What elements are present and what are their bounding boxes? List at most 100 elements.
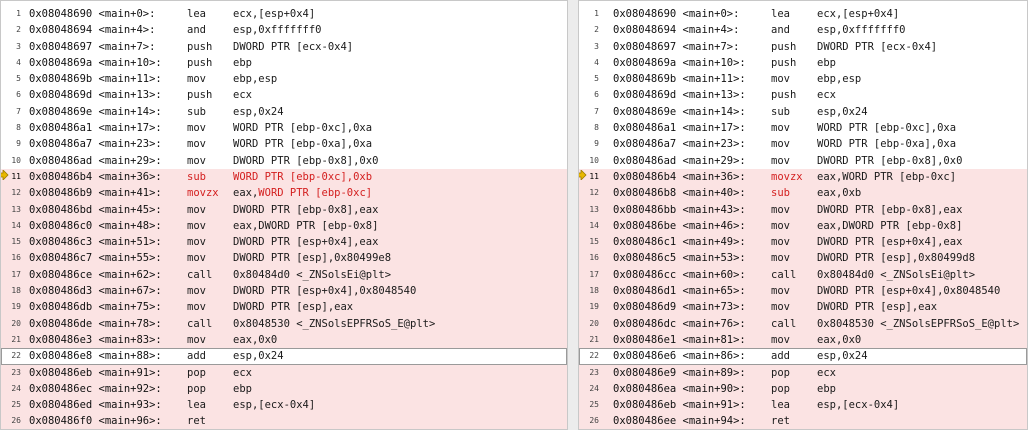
instruction-mnemonic: mov [771,122,790,135]
left-disassembly-pane[interactable]: 1 0x08048690 <main+0>: lea ecx,[esp+0x4] 2 0x… [0,0,568,430]
instruction-address: 0x080486ce <main+62>: [29,268,162,281]
instruction-mnemonic: call [187,268,213,281]
instruction-operands: DWORD PTR [ecx-0x4] [233,40,354,53]
line-number: 11 [589,171,599,181]
instruction-mnemonic: push [771,56,797,69]
instruction-address: 0x080486e9 <main+89>: [613,366,746,379]
disasm-row[interactable]: 26 0x080486f0 <main+96>: ret [1,413,567,429]
disasm-row[interactable]: 8 0x080486a1 <main+17>: mov WORD PTR [ebp-0… [579,120,1027,136]
disasm-row[interactable]: 18 0x080486d3 <main+67>: mov DWORD PTR [esp… [1,283,567,300]
instruction-address: 0x080486ec <main+92>: [29,382,162,395]
instruction-address: 0x080486a7 <main+23>: [613,138,746,151]
instruction-operands: ecx [817,89,836,102]
disasm-row[interactable]: 7 0x0804869e <main+14>: sub esp,0x24 [1,104,567,120]
line-number: 24 [589,383,599,393]
disasm-row[interactable]: 13 0x080486bd <main+45>: mov DWORD PTR [ebp… [1,201,567,218]
instruction-operands: esp,0x24 [817,350,868,363]
disasm-row[interactable]: 16 0x080486c7 <main+55>: mov DWORD PTR [esp… [1,250,567,267]
disasm-row[interactable]: 18 0x080486d1 <main+65>: mov DWORD PTR [esp… [579,283,1027,300]
disasm-row[interactable]: 14 0x080486c0 <main+48>: mov eax,DWORD PTR … [1,217,567,235]
disasm-row[interactable]: 11 0x080486b4 <main+36>: movzx eax,WORD PTR… [579,168,1027,186]
instruction-address: 0x080486c7 <main+55>: [29,252,162,265]
disasm-row[interactable]: 23 0x080486e9 <main+89>: pop ecx [579,364,1027,381]
instruction-operands: WORD PTR [ebp-0xc],0xb [233,170,373,183]
instruction-mnemonic: movzx [771,170,803,183]
disasm-row[interactable]: 13 0x080486bb <main+43>: mov DWORD PTR [ebp… [579,201,1027,218]
disasm-row[interactable]: 21 0x080486e1 <main+81>: mov eax,0x0 [579,331,1027,349]
disasm-row[interactable]: 2 0x08048694 <main+4>: and esp,0xfffffff0 [1,22,567,38]
disasm-row[interactable]: 15 0x080486c1 <main+49>: mov DWORD PTR [esp… [579,234,1027,251]
disasm-row[interactable]: 14 0x080486be <main+46>: mov eax,DWORD PTR … [579,217,1027,235]
disasm-row[interactable]: 11 0x080486b4 <main+36>: sub WORD PTR [ebp-… [1,168,567,186]
disasm-row[interactable]: 6 0x0804869d <main+13>: push ecx [579,87,1027,103]
disasm-row[interactable]: 6 0x0804869d <main+13>: push ecx [1,87,567,103]
operand-highlight: WORD PTR [ebp-0xc] [258,187,373,200]
disasm-row[interactable]: 10 0x080486ad <main+29>: mov DWORD PTR [ebp… [579,153,1027,169]
instruction-operands: esp,0x24 [817,105,868,118]
instruction-operands: eax,WORD PTR [ebp-0xc] [233,185,372,201]
line-number: 19 [589,302,599,312]
line-number: 22 [11,351,21,361]
disasm-row[interactable]: 4 0x0804869a <main+10>: push ebp [579,55,1027,71]
instruction-mnemonic: mov [187,154,206,167]
disasm-row[interactable]: 1 0x08048690 <main+0>: lea ecx,[esp+0x4] [579,6,1027,22]
disasm-row[interactable]: 12 0x080486b9 <main+41>: movzx eax,WORD PTR… [1,185,567,202]
disasm-row[interactable]: 22 0x080486e6 <main+86>: add esp,0x24 [579,348,1027,365]
line-number: 20 [589,318,599,328]
disasm-row[interactable]: 23 0x080486eb <main+91>: pop ecx [1,364,567,381]
instruction-operands: DWORD PTR [ebp-0x8],eax [817,203,963,216]
instruction-address: 0x080486f0 <main+96>: [29,415,162,428]
disasm-row[interactable]: 5 0x0804869b <main+11>: mov ebp,esp [579,71,1027,87]
disasm-row[interactable]: 25 0x080486ed <main+93>: lea esp,[ecx-0x4] [1,397,567,414]
disasm-row[interactable]: 3 0x08048697 <main+7>: push DWORD PTR [ecx-… [579,39,1027,55]
disasm-row[interactable]: 17 0x080486ce <main+62>: call 0x80484d0 <_Z… [1,266,567,284]
disasm-row[interactable]: 16 0x080486c5 <main+53>: mov DWORD PTR [esp… [579,250,1027,267]
line-number: 12 [11,188,21,198]
disasm-row[interactable]: 24 0x080486ec <main+92>: pop ebp [1,380,567,398]
line-number: 3 [16,41,21,51]
disasm-row[interactable]: 10 0x080486ad <main+29>: mov DWORD PTR [ebp… [1,153,567,169]
instruction-mnemonic: movzx [187,187,219,200]
instruction-mnemonic: pop [771,382,790,395]
disasm-row[interactable]: 25 0x080486eb <main+91>: lea esp,[ecx-0x4] [579,397,1027,414]
instruction-address: 0x080486e3 <main+83>: [29,333,162,346]
disasm-row[interactable]: 15 0x080486c3 <main+51>: mov DWORD PTR [esp… [1,234,567,251]
line-number: 9 [594,139,599,149]
disasm-row[interactable]: 9 0x080486a7 <main+23>: mov WORD PTR [ebp-0… [579,136,1027,152]
instruction-address: 0x0804869b <main+11>: [613,73,746,86]
instruction-mnemonic: mov [187,252,206,265]
instruction-address: 0x08048697 <main+7>: [613,40,740,53]
disasm-row[interactable]: 19 0x080486db <main+75>: mov DWORD PTR [esp… [1,299,567,316]
disasm-row[interactable]: 19 0x080486d9 <main+73>: mov DWORD PTR [esp… [579,299,1027,316]
disasm-row[interactable]: 24 0x080486ea <main+90>: pop ebp [579,380,1027,398]
disasm-row[interactable]: 7 0x0804869e <main+14>: sub esp,0x24 [579,104,1027,120]
line-number: 23 [11,367,21,377]
pane-divider[interactable] [568,0,578,430]
disasm-row[interactable]: 4 0x0804869a <main+10>: push ebp [1,55,567,71]
instruction-mnemonic: lea [771,399,790,412]
disasm-row[interactable]: 9 0x080486a7 <main+23>: mov WORD PTR [ebp-0… [1,136,567,152]
instruction-operands: DWORD PTR [ebp-0x8],0x0 [233,154,379,167]
disasm-row[interactable]: 17 0x080486cc <main+60>: call 0x80484d0 <_Z… [579,266,1027,284]
instruction-address: 0x080486c0 <main+48>: [29,219,162,232]
instruction-operands: ebp [817,382,836,395]
disasm-row[interactable]: 20 0x080486dc <main+76>: call 0x8048530 <_Z… [579,315,1027,332]
instruction-mnemonic: mov [771,333,790,346]
disasm-row[interactable]: 5 0x0804869b <main+11>: mov ebp,esp [1,71,567,87]
instruction-address: 0x0804869a <main+10>: [29,56,162,69]
disasm-row[interactable]: 22 0x080486e8 <main+88>: add esp,0x24 [1,348,567,365]
disasm-row[interactable]: 21 0x080486e3 <main+83>: mov eax,0x0 [1,331,567,349]
left-rows: 1 0x08048690 <main+0>: lea ecx,[esp+0x4] 2 0x… [1,6,567,429]
instruction-operands: eax,WORD PTR [ebp-0xc] [817,170,957,183]
disasm-row[interactable]: 1 0x08048690 <main+0>: lea ecx,[esp+0x4] [1,6,567,22]
disasm-row[interactable]: 20 0x080486de <main+78>: call 0x8048530 <_Z… [1,315,567,332]
disasm-row[interactable]: 12 0x080486b8 <main+40>: sub eax,0xb [579,185,1027,202]
instruction-address: 0x080486e1 <main+81>: [613,333,746,346]
disasm-row[interactable]: 8 0x080486a1 <main+17>: mov WORD PTR [ebp-0… [1,120,567,136]
line-number: 11 [11,171,21,181]
right-disassembly-pane[interactable]: 1 0x08048690 <main+0>: lea ecx,[esp+0x4] 2 0x… [578,0,1028,430]
disasm-row[interactable]: 3 0x08048697 <main+7>: push DWORD PTR [ecx-… [1,39,567,55]
disasm-row[interactable]: 26 0x080486ee <main+94>: ret [579,413,1027,429]
disasm-row[interactable]: 2 0x08048694 <main+4>: and esp,0xfffffff0 [579,22,1027,38]
instruction-mnemonic: mov [187,236,206,249]
